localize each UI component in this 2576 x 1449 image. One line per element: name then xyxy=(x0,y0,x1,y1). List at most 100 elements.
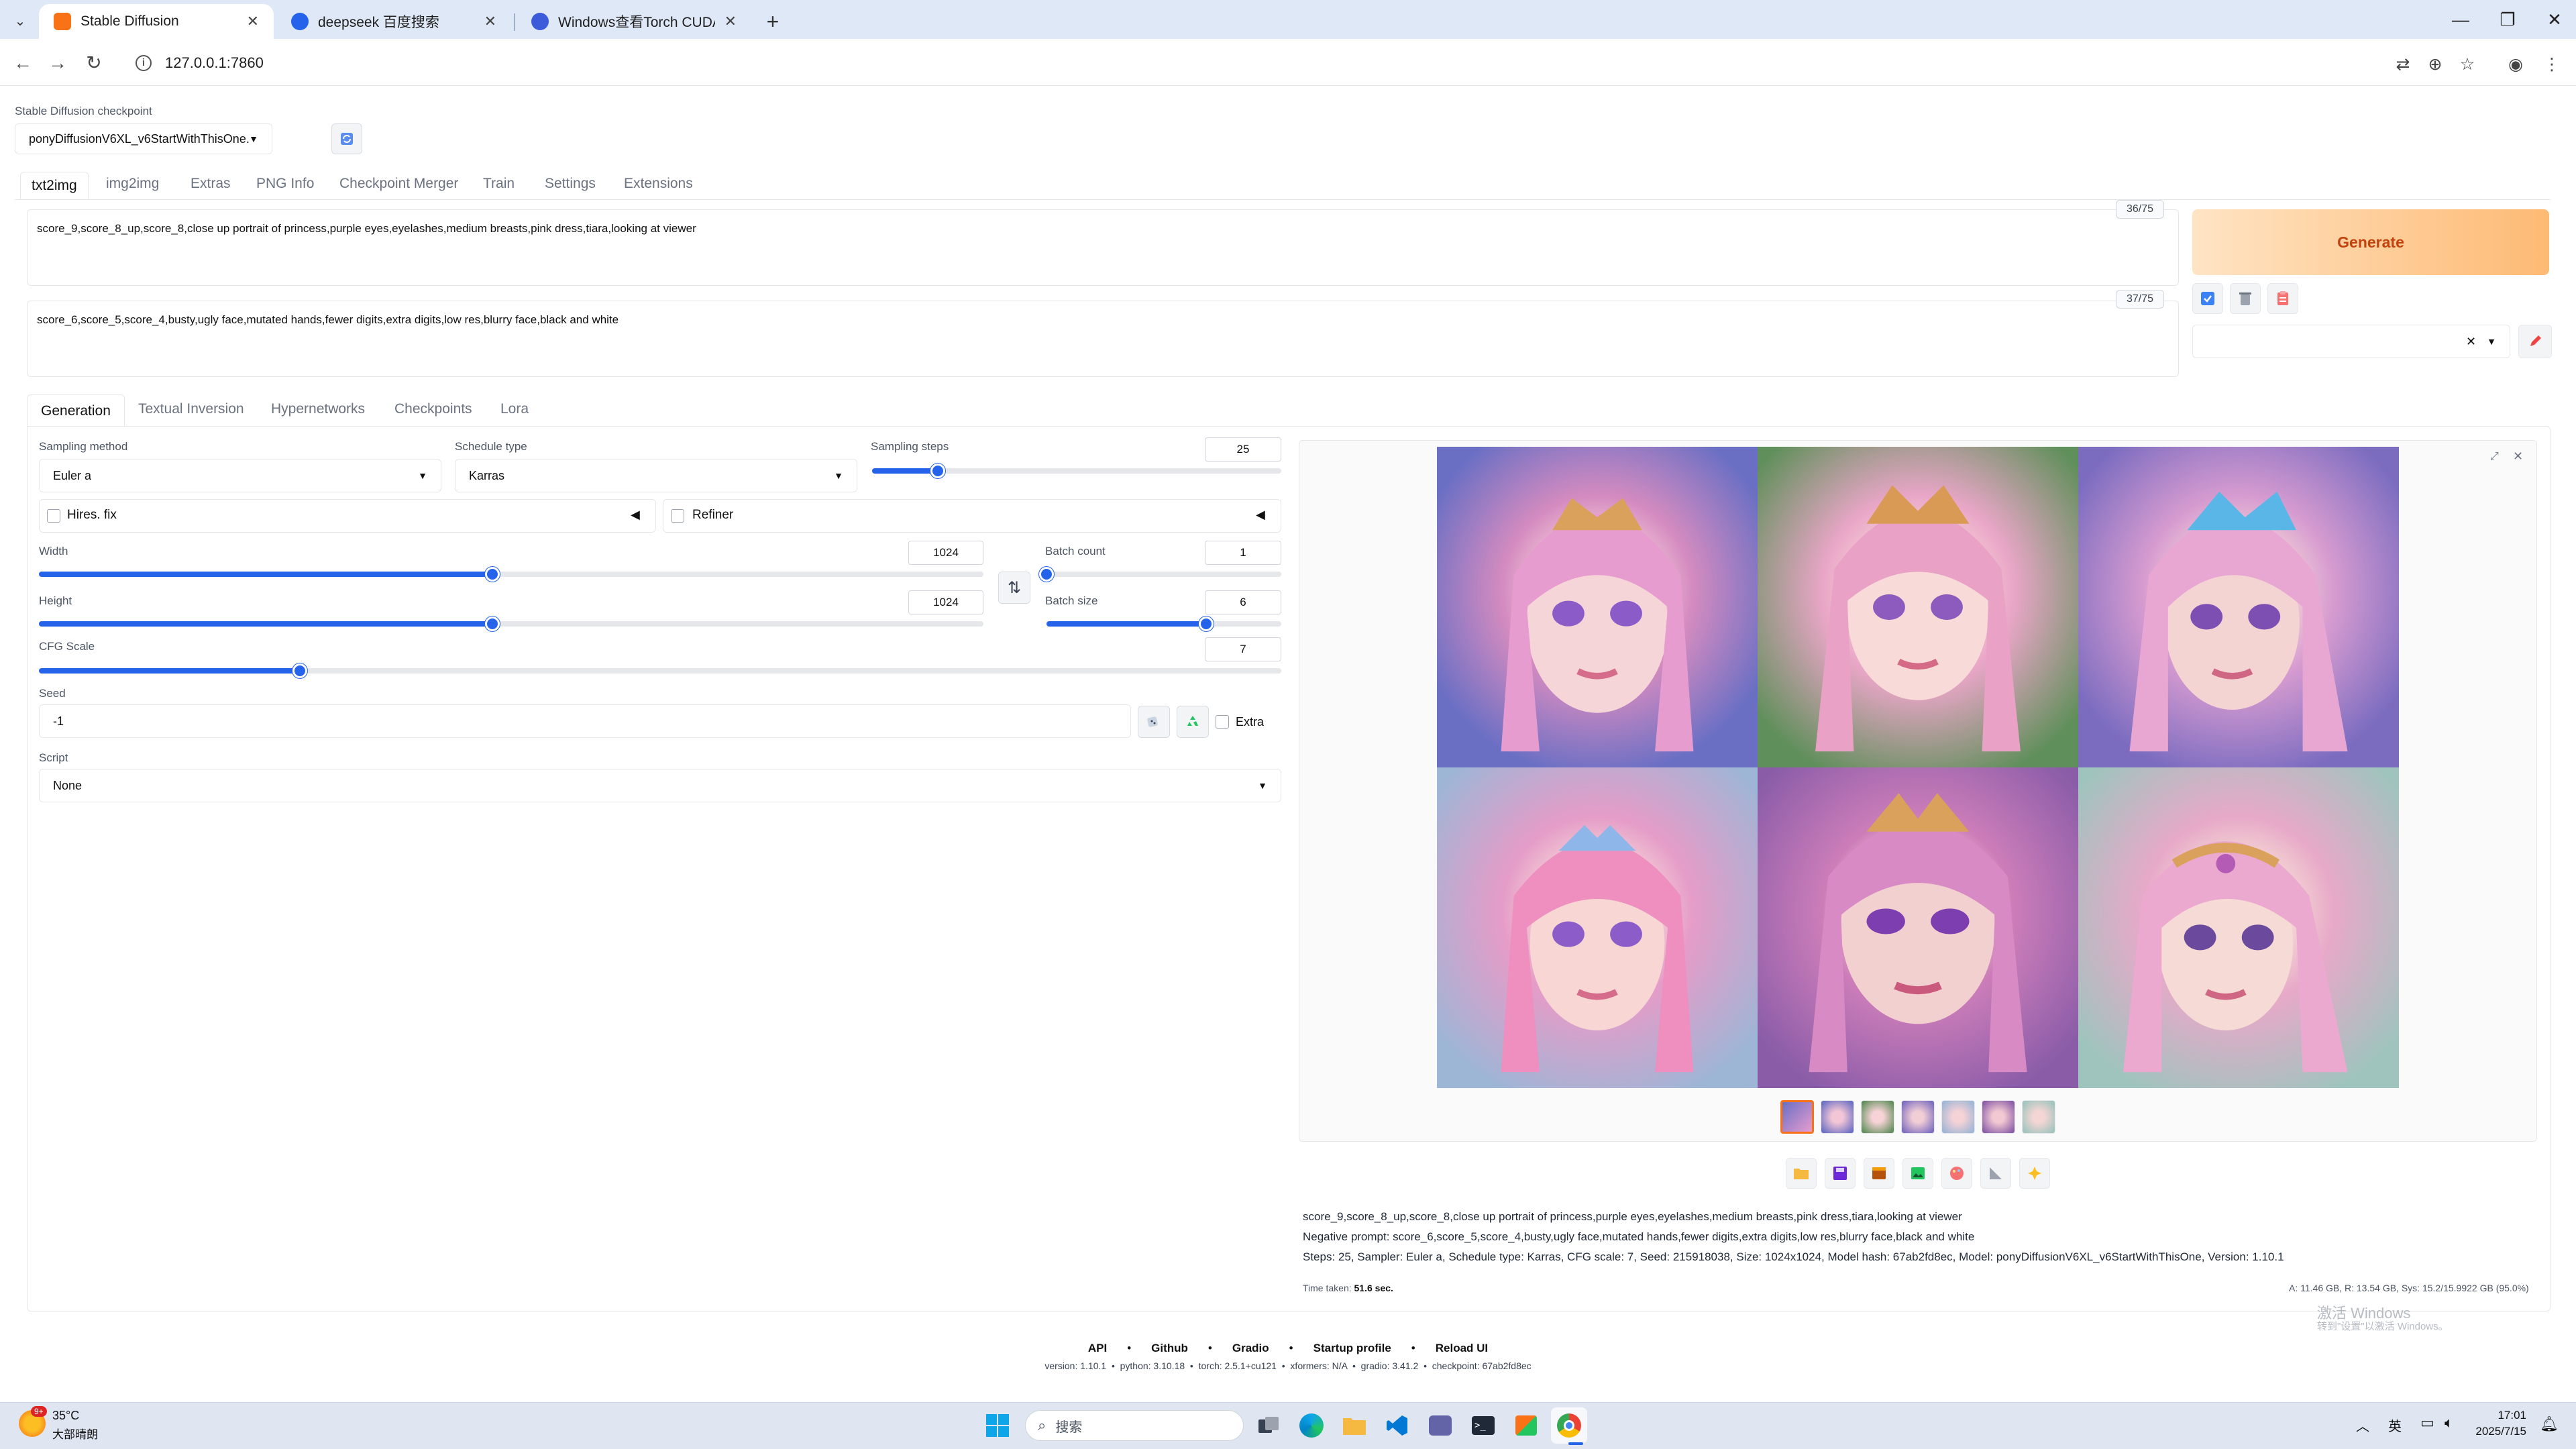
edge-app[interactable] xyxy=(1293,1407,1330,1444)
generate-button[interactable]: Generate xyxy=(2192,209,2549,275)
subtab-generation[interactable]: Generation xyxy=(27,394,125,427)
swap-dimensions-button[interactable]: ⇅ xyxy=(998,572,1030,604)
batch-size-slider[interactable] xyxy=(1046,616,1281,631)
sampling-method-dropdown[interactable]: Euler a ▼ xyxy=(39,459,441,492)
thumbnail-image[interactable] xyxy=(1821,1100,1854,1134)
volume-icon[interactable]: 🔈︎ xyxy=(2445,1414,2453,1432)
upscale-button[interactable] xyxy=(2019,1158,2050,1189)
clear-styles-icon[interactable]: ✕ xyxy=(2466,335,2476,349)
hires-fix-checkbox[interactable] xyxy=(47,509,60,523)
task-view-button[interactable] xyxy=(1250,1407,1287,1444)
tab-img2img[interactable]: img2img xyxy=(106,176,159,192)
footer-link-github[interactable]: Github xyxy=(1151,1342,1188,1355)
negative-prompt-input[interactable]: score_6,score_5,score_4,busty,ugly face,… xyxy=(27,301,2179,377)
subtab-lora[interactable]: Lora xyxy=(500,401,529,417)
subtab-hypernetworks[interactable]: Hypernetworks xyxy=(271,401,365,417)
slider-handle[interactable] xyxy=(930,464,945,478)
restore-icon[interactable]: ❐ xyxy=(2487,5,2528,34)
fullscreen-icon[interactable]: ⤢ xyxy=(2490,451,2499,463)
subtab-checkpoints[interactable]: Checkpoints xyxy=(394,401,472,417)
file-explorer-app[interactable] xyxy=(1336,1407,1373,1444)
reload-icon[interactable]: ↻ xyxy=(79,48,109,78)
send-to-img2img-button[interactable] xyxy=(1902,1158,1933,1189)
footer-link-reload-ui[interactable]: Reload UI xyxy=(1436,1342,1488,1355)
thumbnail-grid[interactable] xyxy=(1780,1100,1814,1134)
taskbar-search[interactable]: ⌕ 搜索 xyxy=(1025,1410,1244,1441)
clock-time[interactable]: 17:01 xyxy=(2469,1409,2526,1422)
browser-tab-windows-cuda[interactable]: Windows查看Torch CUDA版本 ✕ xyxy=(517,4,751,39)
address-bar[interactable]: i 127.0.0.1:7860 xyxy=(121,47,2355,79)
styles-dropdown[interactable]: ✕ ▼ xyxy=(2192,325,2510,358)
collapse-arrow-icon[interactable]: ◀ xyxy=(631,508,640,522)
image-grid[interactable] xyxy=(1437,447,2399,1088)
footer-link-startup-profile[interactable]: Startup profile xyxy=(1313,1342,1391,1355)
slider-handle[interactable] xyxy=(485,616,500,631)
collapse-arrow-icon[interactable]: ◀ xyxy=(1256,508,1265,522)
generated-image-6[interactable] xyxy=(2078,767,2399,1088)
thumbnail-image[interactable] xyxy=(1901,1100,1935,1134)
store-app[interactable] xyxy=(1508,1407,1544,1444)
edit-styles-button[interactable] xyxy=(2518,325,2552,358)
apply-style-button[interactable] xyxy=(2267,283,2298,314)
cfg-scale-input[interactable]: 7 xyxy=(1205,637,1281,661)
reuse-seed-button[interactable] xyxy=(1177,706,1209,738)
checkpoint-dropdown[interactable]: ponyDiffusionV6XL_v6StartWithThisOne.saf… xyxy=(15,123,272,154)
sampling-steps-slider[interactable] xyxy=(872,464,1281,478)
browser-tab-stable-diffusion[interactable]: Stable Diffusion ✕ xyxy=(39,4,274,39)
open-folder-button[interactable] xyxy=(1786,1158,1817,1189)
generated-image-2[interactable] xyxy=(1758,447,2078,767)
new-tab-button[interactable]: + xyxy=(758,8,788,35)
site-info-icon[interactable]: i xyxy=(136,55,152,71)
height-input[interactable]: 1024 xyxy=(908,590,983,614)
refiner-checkbox[interactable] xyxy=(671,509,684,523)
generated-image-4[interactable] xyxy=(1437,767,1758,1088)
tab-checkpoint-merger[interactable]: Checkpoint Merger xyxy=(339,176,458,192)
profile-icon[interactable]: ◉ xyxy=(2502,51,2529,78)
zip-button[interactable] xyxy=(1864,1158,1894,1189)
width-slider[interactable] xyxy=(39,567,983,582)
height-slider[interactable] xyxy=(39,616,983,631)
chrome-app[interactable] xyxy=(1551,1407,1587,1444)
slider-handle[interactable] xyxy=(1039,567,1054,582)
clear-prompt-button[interactable] xyxy=(2230,283,2261,314)
tab-png-info[interactable]: PNG Info xyxy=(256,176,314,192)
close-gallery-icon[interactable]: ✕ xyxy=(2513,449,2523,464)
tab-close-icon[interactable]: ✕ xyxy=(247,13,259,30)
footer-link-api[interactable]: API xyxy=(1088,1342,1107,1355)
vscode-app[interactable] xyxy=(1379,1407,1415,1444)
start-button[interactable] xyxy=(979,1407,1016,1444)
tab-extras[interactable]: Extras xyxy=(191,176,231,192)
close-window-icon[interactable]: ✕ xyxy=(2534,5,2575,34)
bookmark-star-icon[interactable]: ☆ xyxy=(2454,51,2481,78)
menu-kebab-icon[interactable]: ⋮ xyxy=(2538,51,2565,78)
tab-close-icon[interactable]: ✕ xyxy=(724,13,737,30)
thumbnail-image[interactable] xyxy=(1982,1100,2015,1134)
teams-app[interactable] xyxy=(1422,1407,1458,1444)
sampling-steps-input[interactable]: 25 xyxy=(1205,437,1281,462)
tab-settings[interactable]: Settings xyxy=(545,176,596,192)
batch-count-input[interactable]: 1 xyxy=(1205,541,1281,565)
hires-fix-accordion[interactable] xyxy=(39,499,656,533)
cfg-scale-slider[interactable] xyxy=(39,663,1281,678)
ime-indicator[interactable]: 英 xyxy=(2388,1415,2402,1435)
save-button[interactable] xyxy=(1825,1158,1856,1189)
minimize-icon[interactable]: — xyxy=(2440,5,2481,34)
extra-seed-checkbox[interactable] xyxy=(1216,715,1229,729)
tab-train[interactable]: Train xyxy=(483,176,515,192)
positive-prompt-input[interactable]: score_9,score_8_up,score_8,close up port… xyxy=(27,209,2179,286)
back-icon[interactable]: ← xyxy=(8,48,38,78)
tray-chevron-icon[interactable]: ︿ xyxy=(2356,1415,2369,1435)
slider-handle[interactable] xyxy=(485,567,500,582)
generated-image-5[interactable] xyxy=(1758,767,2078,1088)
refiner-accordion[interactable] xyxy=(663,499,1281,533)
network-icon[interactable]: ▭ xyxy=(2420,1414,2434,1432)
read-params-button[interactable] xyxy=(2192,283,2223,314)
tab-extensions[interactable]: Extensions xyxy=(624,176,693,192)
notification-bell-icon[interactable]: 🔔︎ xyxy=(2540,1415,2559,1433)
batch-size-input[interactable]: 6 xyxy=(1205,590,1281,614)
script-dropdown[interactable]: None ▼ xyxy=(39,769,1281,802)
footer-link-gradio[interactable]: Gradio xyxy=(1232,1342,1269,1355)
thumbnail-image[interactable] xyxy=(1861,1100,1894,1134)
schedule-type-dropdown[interactable]: Karras ▼ xyxy=(455,459,857,492)
batch-count-slider[interactable] xyxy=(1039,567,1281,582)
